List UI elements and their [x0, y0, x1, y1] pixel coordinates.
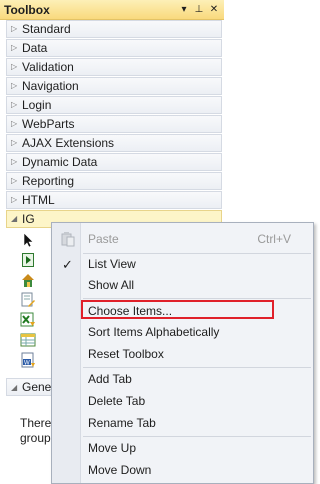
- toolbox-context-menu: Paste Ctrl+V ✓ List View Show All Choose…: [51, 222, 314, 484]
- expand-triangle-icon: ▷: [11, 43, 18, 52]
- menu-item-label: Show All: [88, 278, 135, 292]
- category-ajax-extensions[interactable]: ▷ AJAX Extensions: [6, 134, 222, 152]
- menu-item-label: Sort Items Alphabetically: [88, 325, 220, 339]
- svg-text:W: W: [24, 361, 30, 367]
- menu-item-label: Paste: [88, 232, 119, 246]
- window-position-dropdown-icon[interactable]: ▾: [178, 3, 190, 16]
- close-icon[interactable]: ✕: [208, 3, 220, 16]
- category-label: AJAX Extensions: [22, 136, 115, 150]
- expand-triangle-icon: ▷: [11, 62, 18, 71]
- menu-item-label: Delete Tab: [88, 394, 146, 408]
- category-label: Reporting: [22, 174, 75, 188]
- expand-triangle-icon: ▷: [11, 119, 18, 128]
- expand-triangle-icon: ▷: [11, 138, 18, 147]
- auto-hide-pin-icon[interactable]: ⊥: [193, 3, 205, 16]
- highlight-outline: [81, 300, 274, 319]
- media-player-control-icon[interactable]: [20, 252, 36, 268]
- menu-item-move-up[interactable]: Move Up: [52, 437, 313, 459]
- menu-item-label: Move Up: [88, 441, 137, 455]
- menu-item-list-view[interactable]: ✓ List View: [52, 253, 313, 275]
- category-webparts[interactable]: ▷ WebParts: [6, 115, 222, 133]
- expand-triangle-icon: ▷: [11, 176, 18, 185]
- category-label: Data: [22, 41, 48, 55]
- category-validation[interactable]: ▷ Validation: [6, 58, 222, 76]
- menu-item-add-tab[interactable]: Add Tab: [52, 368, 313, 390]
- menu-item-rename-tab[interactable]: Rename Tab: [52, 412, 313, 434]
- expand-triangle-icon: ▷: [11, 100, 18, 109]
- category-label: IG: [22, 212, 35, 226]
- menu-item-reset-toolbox[interactable]: Reset Toolbox: [52, 343, 313, 365]
- toolbox-title: Toolbox: [4, 3, 50, 17]
- category-label: HTML: [22, 193, 55, 207]
- menu-item-paste[interactable]: Paste Ctrl+V: [52, 228, 313, 250]
- category-login[interactable]: ▷ Login: [6, 96, 222, 114]
- category-navigation[interactable]: ▷ Navigation: [6, 77, 222, 95]
- collapse-triangle-icon: ◢: [11, 382, 18, 392]
- menu-item-delete-tab[interactable]: Delete Tab: [52, 390, 313, 412]
- category-label: Validation: [22, 60, 74, 74]
- collapse-triangle-icon: ◢: [11, 214, 18, 223]
- category-reporting[interactable]: ▷ Reporting: [6, 172, 222, 190]
- checkmark-icon: ✓: [62, 257, 73, 272]
- category-standard[interactable]: ▷ Standard: [6, 20, 222, 38]
- grid-control-icon[interactable]: [20, 332, 36, 348]
- category-label: Login: [22, 98, 52, 112]
- menu-item-shortcut: Ctrl+V: [257, 232, 291, 246]
- menu-item-label: Reset Toolbox: [88, 347, 164, 361]
- word-export-control-icon[interactable]: W: [20, 352, 36, 368]
- excel-export-control-icon[interactable]: [20, 312, 36, 328]
- paste-icon: [61, 232, 75, 247]
- menu-item-sort-alphabetically[interactable]: Sort Items Alphabetically: [52, 321, 313, 343]
- toolbox-category-list: ▷ Standard ▷ Data ▷ Validation ▷ Navigation …: [6, 20, 222, 229]
- expand-triangle-icon: ▷: [11, 81, 18, 90]
- category-data[interactable]: ▷ Data: [6, 39, 222, 57]
- category-label: Navigation: [22, 79, 79, 93]
- edit-document-control-icon[interactable]: [20, 292, 36, 308]
- menu-item-label: Rename Tab: [88, 416, 156, 430]
- expand-triangle-icon: ▷: [11, 195, 18, 204]
- pointer-icon[interactable]: [20, 232, 36, 248]
- expand-triangle-icon: ▷: [11, 157, 18, 166]
- empty-group-note-line2: group.: [20, 431, 55, 445]
- menu-item-show-all[interactable]: Show All: [52, 274, 313, 296]
- menu-item-move-down[interactable]: Move Down: [52, 459, 313, 481]
- house-control-icon[interactable]: [20, 272, 36, 288]
- toolbox-title-bar[interactable]: Toolbox ▾ ⊥ ✕: [0, 0, 224, 20]
- empty-group-note-line1: There: [20, 416, 52, 430]
- expand-triangle-icon: ▷: [11, 24, 18, 33]
- menu-item-label: List View: [88, 257, 136, 271]
- category-label: Standard: [22, 22, 71, 36]
- category-dynamic-data[interactable]: ▷ Dynamic Data: [6, 153, 222, 171]
- category-html[interactable]: ▷ HTML: [6, 191, 222, 209]
- menu-separator: [83, 298, 311, 299]
- category-label: WebParts: [22, 117, 75, 131]
- category-label: Dynamic Data: [22, 155, 98, 169]
- menu-item-label: Move Down: [88, 463, 152, 477]
- menu-item-label: Add Tab: [88, 372, 132, 386]
